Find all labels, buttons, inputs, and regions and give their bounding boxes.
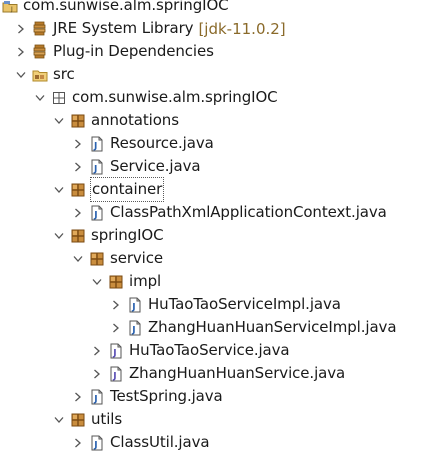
tree-node-label: HuTaoTaoServiceImpl.java <box>148 295 341 313</box>
svg-text:J: J <box>93 210 97 220</box>
chevron-right-icon[interactable] <box>90 362 104 385</box>
java-file-icon: J <box>89 389 105 405</box>
tree-node[interactable]: springIOC <box>0 224 444 247</box>
interface-file-icon: J <box>108 343 124 359</box>
tree-node-label: src <box>53 65 75 83</box>
java-file-icon: J <box>89 435 105 451</box>
chevron-down-icon[interactable] <box>52 109 66 132</box>
tree-node[interactable]: J TestSpring.java <box>0 385 444 408</box>
empty-package-icon <box>51 90 67 106</box>
tree-node[interactable]: J Resource.java <box>0 132 444 155</box>
chevron-right-icon[interactable] <box>109 293 123 316</box>
chevron-right-icon[interactable] <box>109 316 123 339</box>
chevron-right-icon[interactable] <box>71 385 85 408</box>
chevron-right-icon[interactable] <box>71 201 85 224</box>
tree-node[interactable]: J HuTaoTaoServiceImpl.java <box>0 293 444 316</box>
tree-node[interactable]: com.sunwise.alm.springIOC <box>0 86 444 109</box>
tree-node[interactable]: Jcom.sunwise.alm.springIOC <box>0 0 444 17</box>
annotation-file-icon: J <box>89 136 105 152</box>
svg-text:J: J <box>10 6 13 13</box>
svg-text:J: J <box>93 440 97 450</box>
svg-text:J: J <box>112 348 116 358</box>
package-icon <box>89 251 105 267</box>
library-icon <box>32 44 48 60</box>
tree-node[interactable]: J ZhangHuanHuanService.java <box>0 362 444 385</box>
package-icon <box>70 412 86 428</box>
tree-node-label: HuTaoTaoService.java <box>129 341 290 359</box>
tree-node-decoration: [jdk-11.0.2] <box>198 19 286 38</box>
tree-node-label: ClassUtil.java <box>110 433 210 451</box>
svg-text:J: J <box>93 164 97 174</box>
tree-node-label: Resource.java <box>110 134 214 152</box>
chevron-right-icon[interactable] <box>14 17 28 40</box>
tree-node-label: JRE System Library <box>53 19 194 37</box>
tree-node-label: TestSpring.java <box>110 387 223 405</box>
chevron-down-icon[interactable] <box>52 408 66 431</box>
java-file-icon: J <box>127 297 143 313</box>
tree-node-label: annotations <box>91 111 179 129</box>
svg-text:J: J <box>112 371 116 381</box>
tree-node[interactable]: src <box>0 63 444 86</box>
chevron-right-icon[interactable] <box>71 155 85 178</box>
tree-node[interactable]: container <box>0 177 444 202</box>
chevron-right-icon[interactable] <box>71 132 85 155</box>
tree-node[interactable]: J ZhangHuanHuanServiceImpl.java <box>0 316 444 339</box>
project-explorer-tree: Jcom.sunwise.alm.springIOC JRE System Lib… <box>0 0 444 454</box>
chevron-right-icon[interactable] <box>71 431 85 454</box>
tree-node[interactable]: JRE System Library [jdk-11.0.2] <box>0 17 444 40</box>
tree-node[interactable]: Plug-in Dependencies <box>0 40 444 63</box>
chevron-right-icon[interactable] <box>90 339 104 362</box>
svg-text:J: J <box>131 302 135 312</box>
package-icon <box>70 113 86 129</box>
tree-node[interactable]: J ClassUtil.java <box>0 431 444 454</box>
project-icon: J <box>2 0 18 14</box>
library-icon <box>32 21 48 37</box>
java-file-icon: J <box>127 320 143 336</box>
chevron-down-icon[interactable] <box>52 178 66 201</box>
chevron-down-icon[interactable] <box>52 224 66 247</box>
tree-node[interactable]: J ClassPathXmlApplicationContext.java <box>0 201 444 224</box>
tree-node-label: container <box>89 177 165 202</box>
svg-text:J: J <box>93 394 97 404</box>
tree-node-label: utils <box>91 410 123 428</box>
tree-node-label: ZhangHuanHuanService.java <box>129 364 346 382</box>
tree-node[interactable]: service <box>0 247 444 270</box>
package-icon <box>108 274 124 290</box>
tree-node[interactable]: impl <box>0 270 444 293</box>
interface-file-icon: J <box>108 366 124 382</box>
tree-node[interactable]: utils <box>0 408 444 431</box>
source-folder-icon <box>32 67 48 83</box>
package-icon <box>70 182 86 198</box>
tree-node-label: ClassPathXmlApplicationContext.java <box>110 203 387 221</box>
tree-node-label: service <box>110 249 164 267</box>
tree-node-label: Service.java <box>110 157 201 175</box>
tree-node-label: impl <box>129 272 162 290</box>
tree-node-label: springIOC <box>91 226 164 244</box>
tree-node-label: Plug-in Dependencies <box>53 42 214 60</box>
package-icon <box>70 228 86 244</box>
chevron-down-icon[interactable] <box>71 247 85 270</box>
annotation-file-icon: J <box>89 159 105 175</box>
chevron-down-icon[interactable] <box>33 86 47 109</box>
java-file-icon: J <box>89 205 105 221</box>
chevron-down-icon[interactable] <box>90 270 104 293</box>
tree-node-label: com.sunwise.alm.springIOC <box>72 88 278 106</box>
svg-text:J: J <box>131 325 135 335</box>
tree-node-label: ZhangHuanHuanServiceImpl.java <box>148 318 397 336</box>
svg-text:J: J <box>93 141 97 151</box>
chevron-down-icon[interactable] <box>14 63 28 86</box>
tree-node[interactable]: J Service.java <box>0 155 444 178</box>
tree-node[interactable]: annotations <box>0 109 444 132</box>
tree-node[interactable]: J HuTaoTaoService.java <box>0 339 444 362</box>
chevron-right-icon[interactable] <box>14 40 28 63</box>
tree-node-label: com.sunwise.alm.springIOC <box>23 0 229 14</box>
